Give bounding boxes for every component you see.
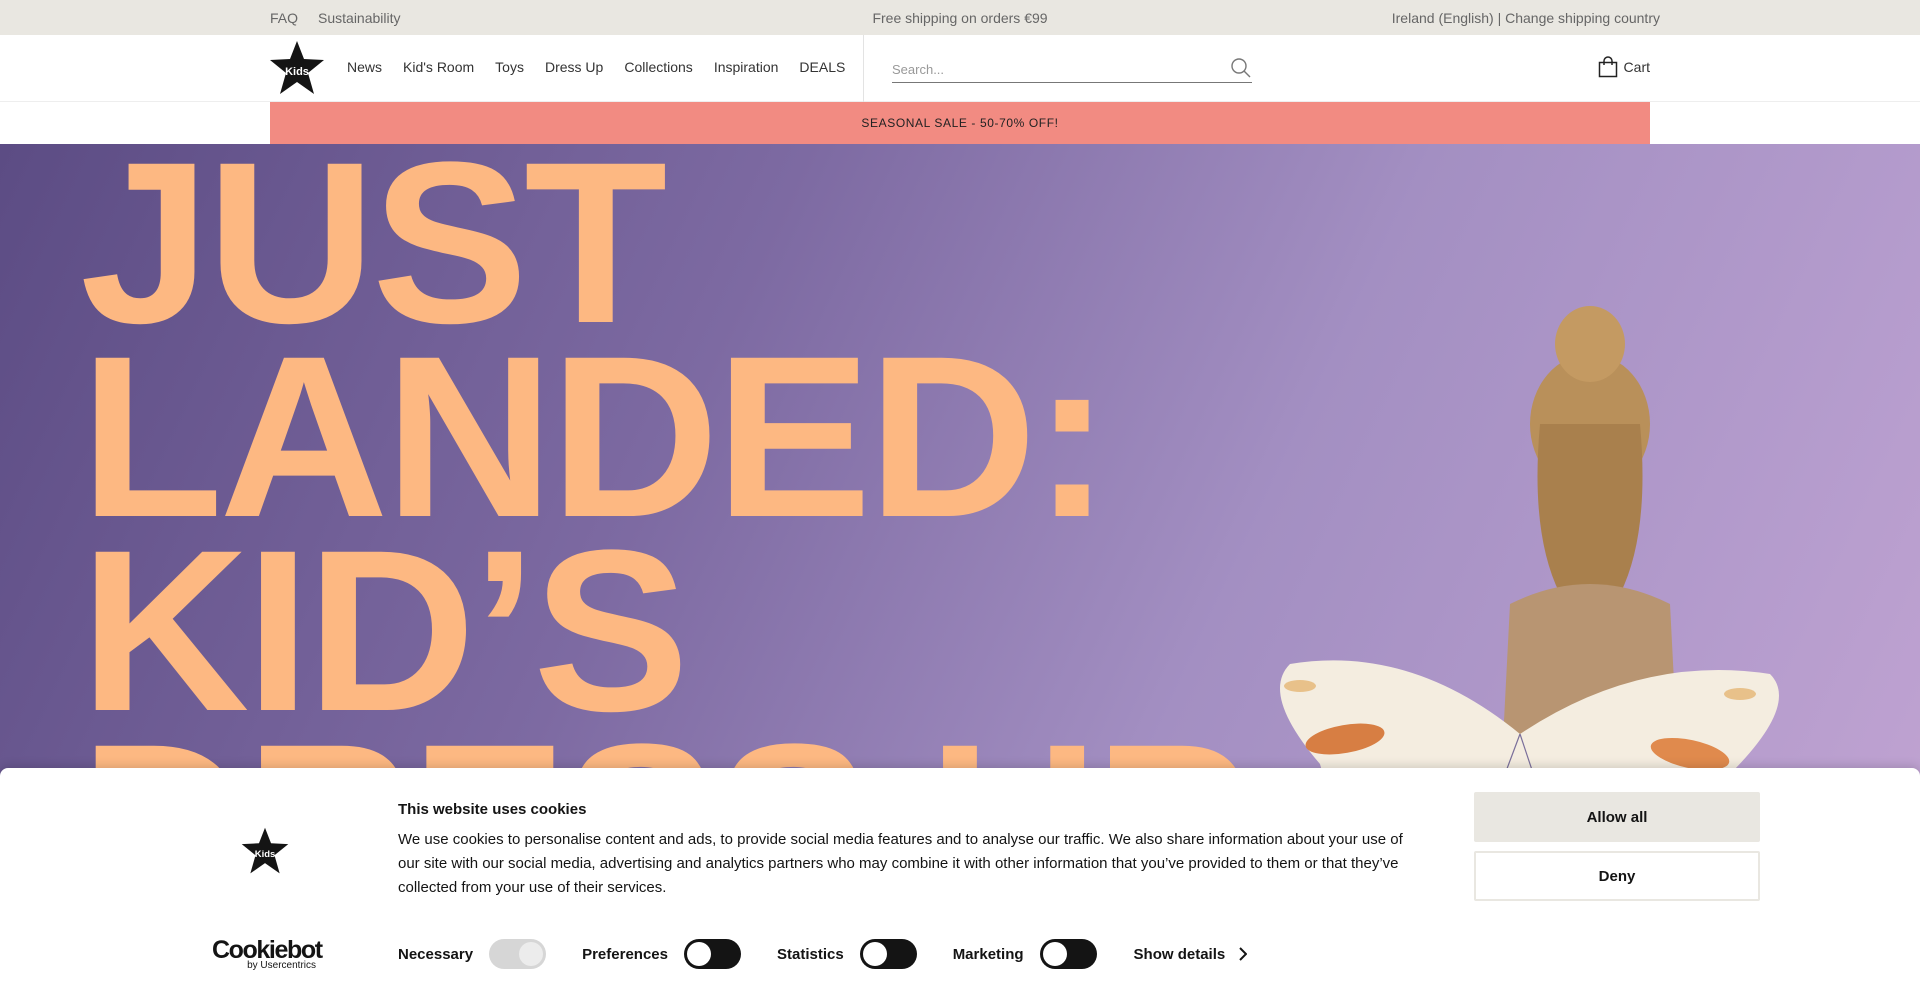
- show-details-link[interactable]: Show details: [1134, 946, 1248, 963]
- consent-toggles: Necessary Preferences Statistics Marketi…: [398, 938, 1248, 970]
- cookie-dialog-logo: Kids: [241, 827, 289, 874]
- toggle-group-marketing: Marketing: [953, 939, 1097, 969]
- change-country-link[interactable]: Ireland (English) | Change shipping coun…: [1392, 10, 1660, 26]
- search-box: [892, 51, 1252, 83]
- search-input[interactable]: [892, 51, 1212, 81]
- preferences-label: Preferences: [582, 945, 668, 963]
- cookie-title: This website uses cookies: [398, 801, 587, 818]
- cookiebot-wordmark: Cookiebot: [212, 936, 323, 964]
- toggle-group-preferences: Preferences: [582, 939, 741, 969]
- show-details-label: Show details: [1133, 945, 1226, 963]
- cart-button[interactable]: Cart: [1598, 56, 1650, 78]
- toggle-knob: [686, 942, 711, 966]
- header-divider: [863, 35, 864, 102]
- deny-button[interactable]: Deny: [1474, 851, 1760, 901]
- preferences-toggle[interactable]: [683, 939, 741, 969]
- toggle-knob: [1042, 942, 1067, 966]
- faq-link[interactable]: FAQ: [270, 10, 298, 26]
- sustainability-link[interactable]: Sustainability: [318, 10, 401, 26]
- shopping-bag-icon: [1598, 56, 1617, 78]
- site-header: Kids News Kid's Room Toys Dress Up Colle…: [0, 35, 1920, 102]
- svg-text:Kids: Kids: [285, 66, 309, 78]
- chevron-right-icon: [1239, 947, 1248, 961]
- nav-item-kids-room[interactable]: Kid's Room: [403, 59, 474, 75]
- cookie-consent-dialog: Kids This website uses cookies We use co…: [0, 768, 1920, 993]
- shipping-promo: Free shipping on orders €99: [872, 10, 1048, 26]
- sale-banner[interactable]: SEASONAL SALE - 50-70% OFF!: [270, 102, 1650, 144]
- toggle-knob: [862, 942, 887, 966]
- cookiebot-brand[interactable]: Cookiebot by Usercentrics: [212, 936, 323, 972]
- top-links: FAQ Sustainability: [270, 10, 401, 26]
- allow-all-button[interactable]: Allow all: [1474, 792, 1760, 842]
- toggle-group-statistics: Statistics: [777, 939, 917, 969]
- main-nav: News Kid's Room Toys Dress Up Collection…: [347, 59, 845, 75]
- necessary-toggle: [489, 939, 547, 969]
- top-bar: FAQ Sustainability Free shipping on orde…: [0, 0, 1920, 35]
- search-icon[interactable]: [1230, 57, 1252, 79]
- svg-text:Kids: Kids: [255, 849, 276, 860]
- nav-item-dress-up[interactable]: Dress Up: [545, 59, 603, 75]
- cookie-description: We use cookies to personalise content an…: [398, 831, 1403, 896]
- kids-logo[interactable]: Kids: [268, 40, 326, 96]
- cart-label: Cart: [1623, 59, 1650, 75]
- nav-item-deals[interactable]: DEALS: [799, 59, 845, 75]
- toggle-knob: [519, 942, 544, 966]
- marketing-label: Marketing: [952, 945, 1024, 963]
- marketing-toggle[interactable]: [1039, 939, 1097, 969]
- statistics-toggle[interactable]: [859, 939, 917, 969]
- nav-item-toys[interactable]: Toys: [495, 59, 524, 75]
- nav-item-inspiration[interactable]: Inspiration: [714, 59, 779, 75]
- statistics-label: Statistics: [776, 945, 844, 963]
- nav-item-collections[interactable]: Collections: [624, 59, 692, 75]
- necessary-label: Necessary: [398, 945, 474, 963]
- nav-item-news[interactable]: News: [347, 59, 382, 75]
- toggle-group-necessary: Necessary: [398, 939, 547, 969]
